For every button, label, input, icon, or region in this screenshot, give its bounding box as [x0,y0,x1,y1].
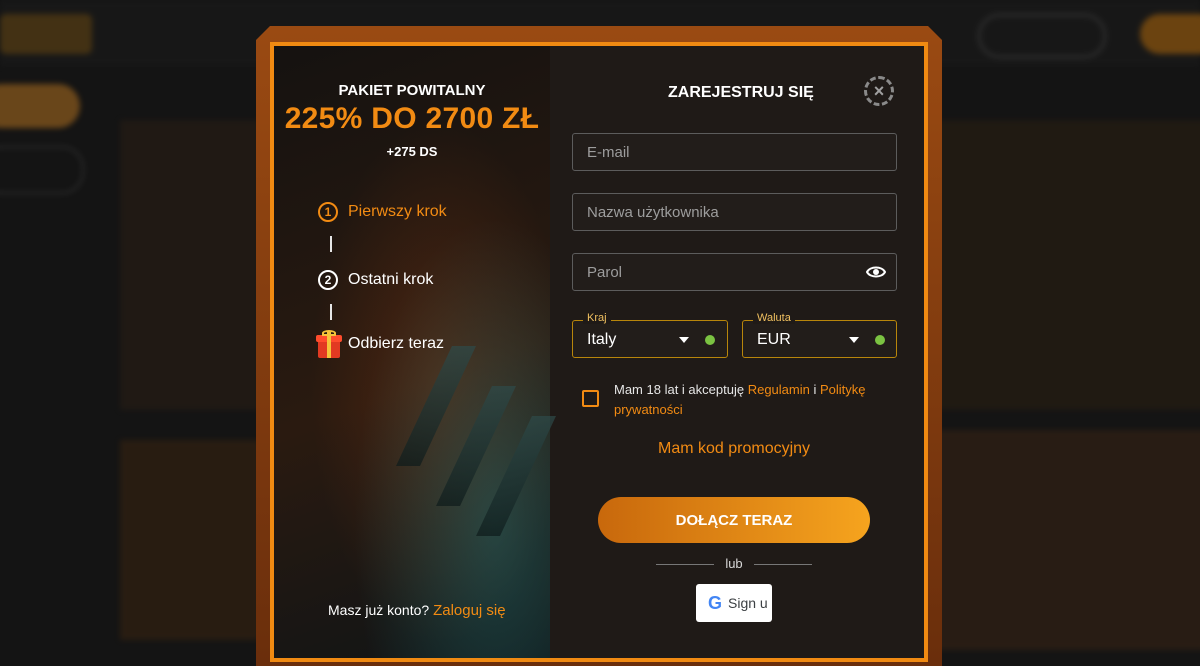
step-connector [330,236,332,252]
check-icon [705,335,715,345]
google-signin-button[interactable]: G Sign u [696,584,772,622]
email-field[interactable] [572,133,897,171]
form-title: ZAREJESTRUJ SIĘ [668,84,814,101]
country-select[interactable]: Kraj Italy [572,312,728,358]
background-sidebar-button [0,84,80,128]
google-signin-label: Sign u [728,595,768,611]
promo-code-link[interactable]: Mam kod promocyjny [658,440,810,458]
promo-title: 225% DO 2700 ZŁ [284,102,540,135]
have-account-row: Masz już konto? Zaloguj się [328,602,506,619]
background-login-button [978,14,1106,58]
login-link[interactable]: Zaloguj się [433,602,506,619]
email-input[interactable] [573,134,896,170]
privacy-link[interactable]: Politykę [820,382,866,397]
eye-icon[interactable] [866,264,886,280]
have-account-text: Masz już konto? [328,602,430,618]
background-banner-right [930,120,1200,410]
background-bonus-banner [120,440,260,640]
terms-and: i [813,382,817,397]
background-banner-left [120,120,260,410]
country-legend: Kraj [583,312,611,324]
promo-panel: PAKIET POWITALNY 225% DO 2700 ZŁ +275 DS… [274,46,556,658]
background-logo [0,14,92,54]
country-value: Italy [587,331,617,348]
username-field[interactable] [572,193,897,231]
privacy-link-2[interactable]: prywatności [614,402,683,417]
step-3-label: Odbierz teraz [348,335,445,352]
password-field[interactable] [572,253,897,291]
step-1-number: 1 [318,202,338,222]
background-sidebar-button-2 [0,146,84,194]
password-input[interactable] [573,254,896,290]
check-icon [875,335,885,345]
rules-link[interactable]: Regulamin [748,382,810,397]
currency-legend: Waluta [753,312,795,324]
close-icon[interactable]: × [864,76,894,106]
step-2-number: 2 [318,270,338,290]
terms-prefix: Mam 18 lat i akceptuję [614,382,745,397]
promo-extra: +275 DS [386,144,438,159]
google-icon: G [708,592,723,613]
background-register-button [1140,14,1200,54]
step-1-label: Pierwszy krok [348,203,447,220]
terms-text: Mam 18 lat i akceptuję Regulamin i Polit… [614,380,914,420]
background-mascot-banner [930,430,1200,650]
step-3: Odbierz teraz [316,330,444,358]
step-2: 2 Ostatni krok [318,270,433,290]
currency-select[interactable]: Waluta EUR [742,312,897,358]
chevron-down-icon [849,337,859,343]
terms-checkbox[interactable] [582,390,599,407]
step-connector [330,304,332,320]
chevron-down-icon [679,337,689,343]
join-button[interactable]: DOŁĄCZ TERAZ [598,497,870,543]
gift-icon [316,330,342,358]
step-2-label: Ostatni krok [348,271,434,288]
username-input[interactable] [573,194,896,230]
or-divider: lub [656,556,812,572]
register-modal: PAKIET POWITALNY 225% DO 2700 ZŁ +275 DS… [270,42,928,662]
step-1: 1 Pierwszy krok [318,202,447,222]
currency-value: EUR [757,331,791,348]
promo-subtitle: PAKIET POWITALNY [338,82,486,99]
